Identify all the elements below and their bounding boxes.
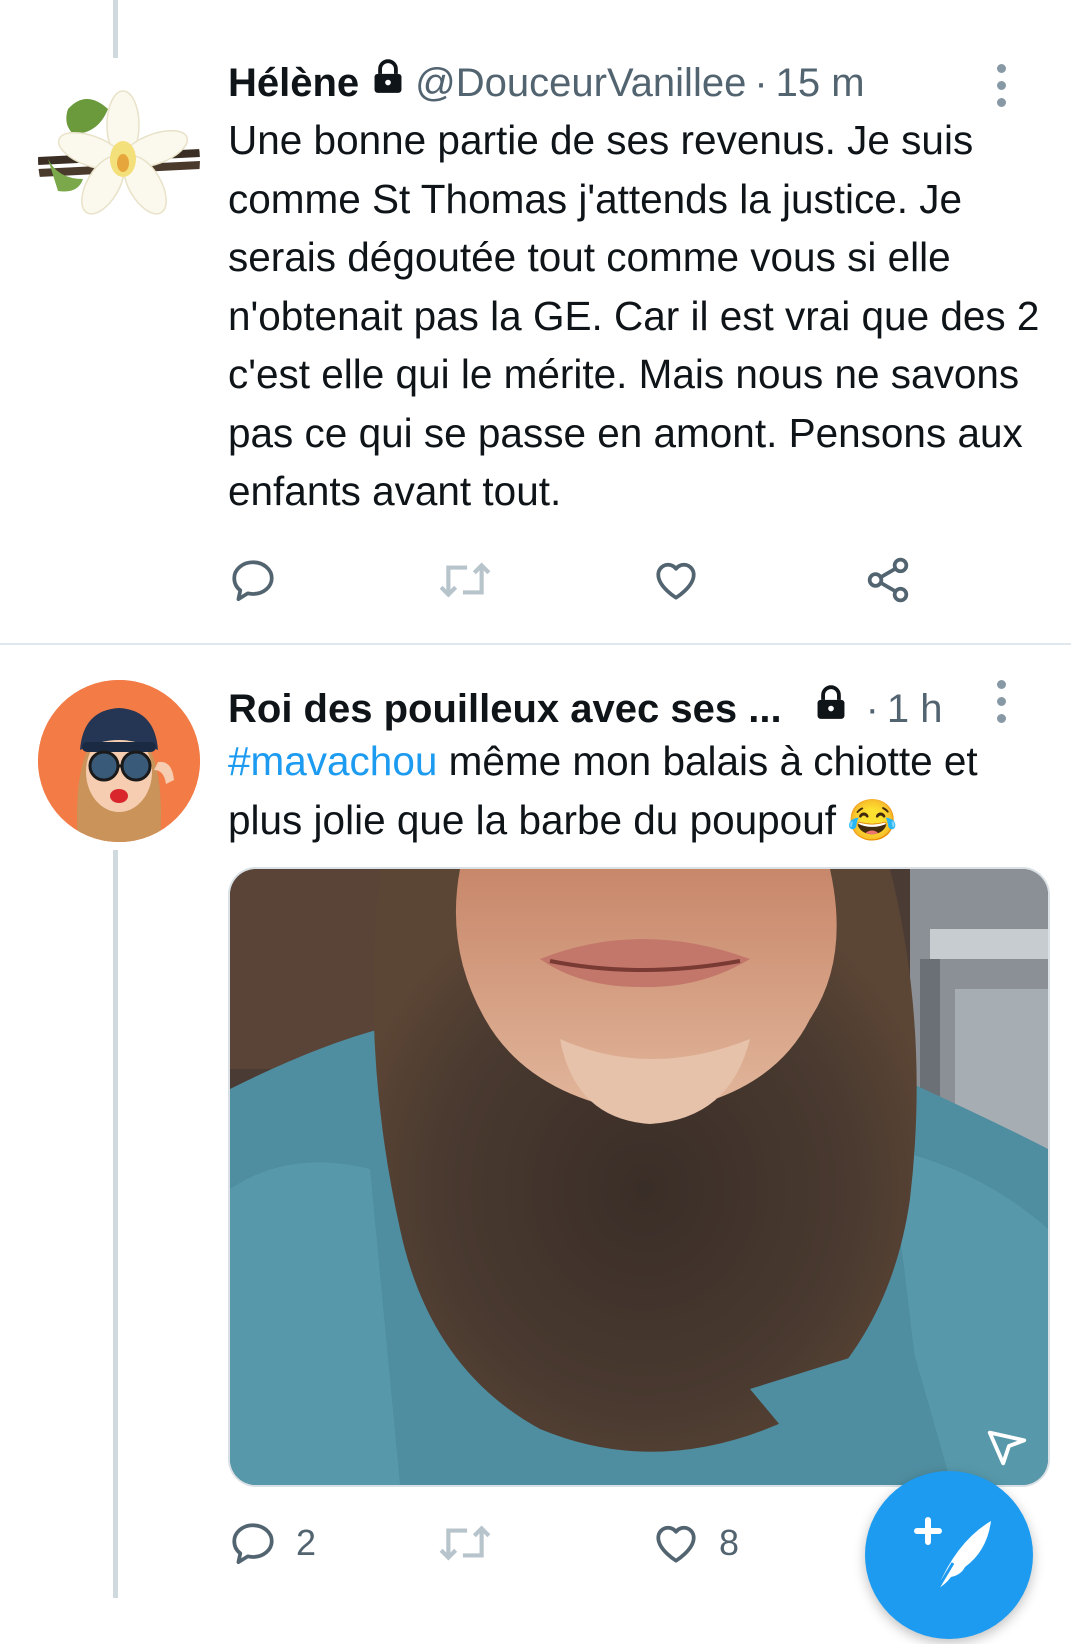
lock-icon <box>812 684 850 733</box>
like-button[interactable]: 8 <box>651 1518 739 1568</box>
reply-icon <box>232 560 274 602</box>
tweet-text: Une bonne partie de ses revenus. Je suis… <box>228 117 1040 514</box>
tweet-timestamp[interactable]: 15 m <box>776 59 865 107</box>
tweet-1-header: Hélène @DouceurVanillee · 15 m <box>228 58 865 107</box>
retweet-button[interactable] <box>438 555 651 605</box>
share-icon <box>867 557 909 603</box>
tweet-2-actions: 2 8 <box>228 1518 739 1568</box>
video-thumbnail <box>230 869 1048 1485</box>
reply-count: 2 <box>296 1522 317 1563</box>
like-button[interactable] <box>651 555 863 605</box>
reply-button[interactable]: 2 <box>228 1518 438 1568</box>
author-name[interactable]: Hélène <box>228 59 359 107</box>
tweet-timestamp[interactable]: 1 h <box>887 685 943 733</box>
heart-icon <box>656 562 696 600</box>
hashtag-link[interactable]: #mavachou <box>228 738 437 784</box>
tweet-divider <box>0 643 1071 645</box>
more-vertical-icon[interactable] <box>995 680 1007 731</box>
reply-icon <box>232 1523 274 1565</box>
compose-tweet-icon <box>914 1517 991 1594</box>
tweet-1-actions <box>228 555 913 605</box>
thread-line-top <box>113 0 118 58</box>
separator-dot: · <box>865 686 879 731</box>
retweet-button[interactable] <box>438 1518 651 1568</box>
sunglasses-woman-image <box>38 680 200 842</box>
avatar-helene[interactable] <box>38 79 200 241</box>
vanilla-flower-image <box>38 90 200 215</box>
lock-icon <box>369 58 407 107</box>
retweet-icon <box>439 1525 491 1561</box>
like-count: 8 <box>719 1522 740 1563</box>
retweet-icon <box>439 562 491 598</box>
author-name[interactable]: Roi des pouilleux avec ses ... <box>228 685 782 733</box>
avatar-roi[interactable] <box>38 680 200 842</box>
reply-button[interactable] <box>228 555 438 605</box>
heart-icon <box>656 1525 696 1563</box>
tweet-video[interactable] <box>228 867 1050 1487</box>
video-indicator-icon <box>987 1430 1027 1466</box>
tweet-2-header: Roi des pouilleux avec ses ... · 1 h <box>228 684 943 733</box>
more-vertical-icon[interactable] <box>995 64 1007 115</box>
separator-dot: · <box>754 60 768 105</box>
thread-line-bottom <box>113 850 118 1598</box>
compose-tweet-button[interactable] <box>865 1471 1033 1639</box>
share-button[interactable] <box>863 555 913 605</box>
tweet-text: #mavachou même mon balais à chiotte et p… <box>228 732 1058 849</box>
author-handle[interactable]: @DouceurVanillee <box>415 59 746 107</box>
